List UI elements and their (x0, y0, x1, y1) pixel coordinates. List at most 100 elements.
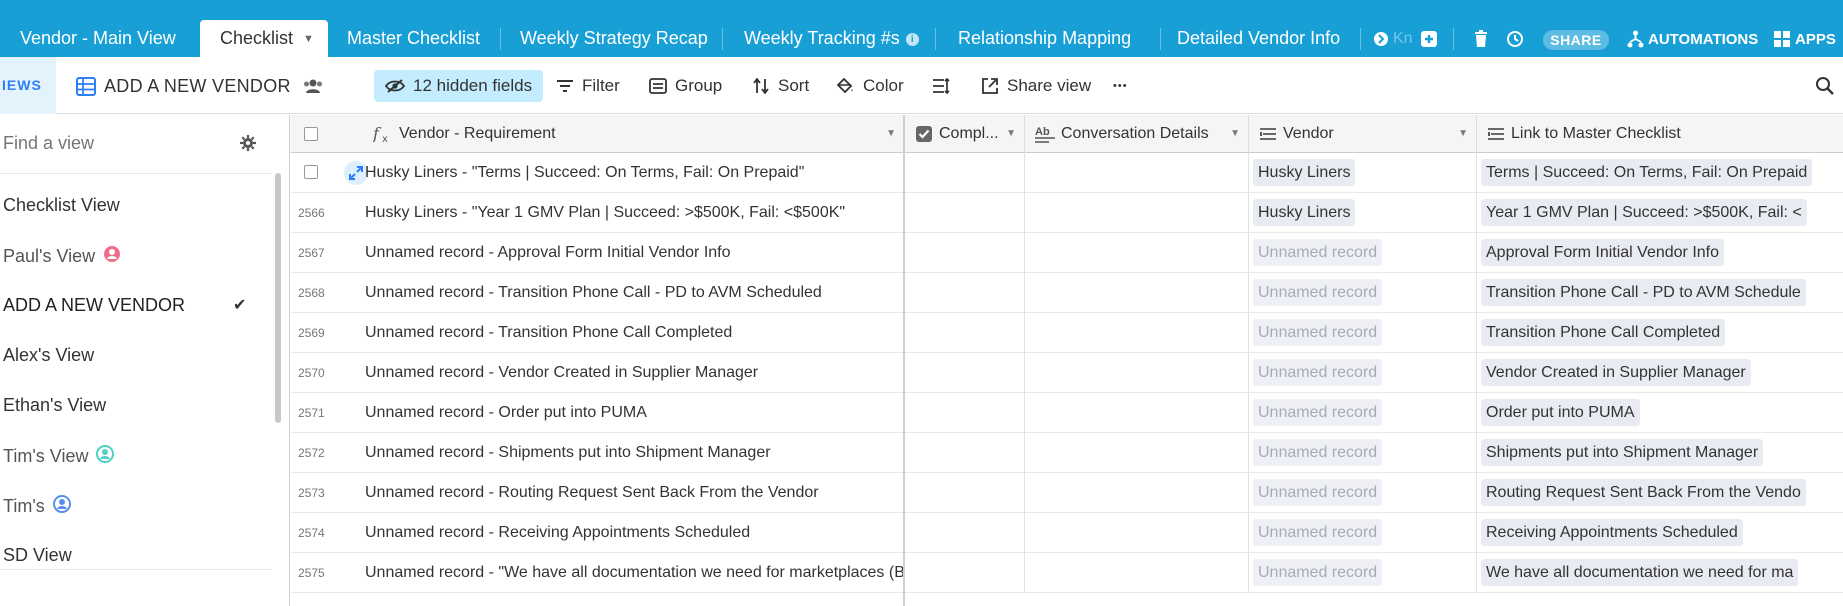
cell-vendor[interactable]: Husky Liners (1249, 153, 1477, 193)
linked-record-chip[interactable]: Receiving Appointments Scheduled (1481, 519, 1743, 547)
tab-checklist[interactable]: Checklist ▼ (200, 20, 328, 57)
column-header-vendor-requirement[interactable]: fx Vendor - Requirement ▼ (331, 115, 905, 153)
tab-detailed-vendor-info[interactable]: Detailed Vendor Info (1169, 20, 1348, 57)
sidebar-item-alexs-view[interactable]: Alex's View (3, 345, 94, 366)
cell-link-to-master-checklist[interactable]: Approval Form Initial Vendor Info (1477, 233, 1843, 273)
cell-vendor-requirement[interactable]: Unnamed record - Vendor Created in Suppl… (331, 353, 905, 393)
linked-record-chip[interactable]: Transition Phone Call - PD to AVM Schedu… (1481, 279, 1806, 307)
cell-link-to-master-checklist[interactable]: Terms | Succeed: On Terms, Fail: On Prep… (1477, 153, 1843, 193)
search-icon[interactable] (1815, 70, 1835, 102)
sidebar-item-tims-view[interactable]: Tim's View (3, 445, 115, 468)
more-options-button[interactable]: ••• (1113, 70, 1128, 102)
linked-record-chip[interactable]: Year 1 GMV Plan | Succeed: >$500K, Fail:… (1481, 199, 1807, 227)
cell-vendor[interactable]: Unnamed record (1249, 473, 1477, 513)
column-header-completed[interactable]: Compl... ▼ (905, 115, 1025, 153)
tab-master-checklist[interactable]: Master Checklist (339, 20, 488, 57)
chevron-down-icon[interactable]: ▼ (1458, 115, 1468, 153)
cell-conversation-details[interactable] (1025, 473, 1249, 513)
cell-link-to-master-checklist[interactable]: Vendor Created in Supplier Manager (1477, 353, 1843, 393)
cell-vendor-requirement[interactable]: Unnamed record - Transition Phone Call C… (331, 313, 905, 353)
filter-button[interactable]: Filter (556, 70, 620, 102)
cell-completed[interactable] (905, 393, 1025, 433)
tab-partial[interactable]: Kn (1393, 28, 1413, 50)
current-view-switcher[interactable]: ADD A NEW VENDOR (76, 70, 291, 102)
cell-completed[interactable] (905, 353, 1025, 393)
linked-record-chip[interactable]: Unnamed record (1253, 479, 1383, 507)
cell-vendor[interactable]: Unnamed record (1249, 513, 1477, 553)
cell-conversation-details[interactable] (1025, 273, 1249, 313)
cell-vendor-requirement[interactable]: Unnamed record - Routing Request Sent Ba… (331, 473, 905, 513)
scroll-tabs-icon[interactable] (1373, 28, 1389, 50)
cell-link-to-master-checklist[interactable]: Year 1 GMV Plan | Succeed: >$500K, Fail:… (1477, 193, 1843, 233)
cell-vendor[interactable]: Unnamed record (1249, 233, 1477, 273)
sidebar-item-pauls-view[interactable]: Paul's View (3, 245, 121, 268)
linked-record-chip[interactable]: Routing Request Sent Back From the Vendo (1481, 479, 1806, 507)
cell-link-to-master-checklist[interactable]: Shipments put into Shipment Manager (1477, 433, 1843, 473)
automations-button[interactable]: AUTOMATIONS (1627, 28, 1758, 50)
select-all-checkbox[interactable] (304, 127, 318, 141)
cell-link-to-master-checklist[interactable]: Receiving Appointments Scheduled (1477, 513, 1843, 553)
column-header-conversation-details[interactable]: Ab Conversation Details ▼ (1025, 115, 1249, 153)
sidebar-item-sd-view[interactable]: SD View (3, 545, 72, 566)
cell-vendor[interactable]: Husky Liners (1249, 193, 1477, 233)
sidebar-item-checklist-view[interactable]: Checklist View (3, 195, 120, 216)
cell-vendor-requirement[interactable]: Husky Liners - "Year 1 GMV Plan | Succee… (331, 193, 905, 233)
table-row[interactable]: 2573 Unnamed record - Routing Request Sen… (291, 473, 1843, 513)
row-height-button[interactable] (932, 70, 958, 102)
apps-button[interactable]: APPS (1774, 28, 1836, 50)
table-row[interactable]: 2570 Unnamed record - Vendor Created in S… (291, 353, 1843, 393)
cell-vendor[interactable]: Unnamed record (1249, 553, 1477, 593)
add-table-icon[interactable] (1420, 28, 1438, 50)
linked-record-chip[interactable]: Unnamed record (1253, 399, 1383, 427)
cell-link-to-master-checklist[interactable]: Routing Request Sent Back From the Vendo (1477, 473, 1843, 513)
cell-vendor[interactable]: Unnamed record (1249, 273, 1477, 313)
linked-record-chip[interactable]: Unnamed record (1253, 279, 1383, 307)
column-header-link-to-master-checklist[interactable]: Link to Master Checklist (1477, 115, 1843, 153)
cell-vendor[interactable]: Unnamed record (1249, 353, 1477, 393)
table-row[interactable]: 2571 Unnamed record - Order put into PUMA… (291, 393, 1843, 433)
cell-vendor-requirement[interactable]: Unnamed record - Order put into PUMA (331, 393, 905, 433)
cell-link-to-master-checklist[interactable]: We have all documentation we need for ma (1477, 553, 1843, 593)
cell-conversation-details[interactable] (1025, 433, 1249, 473)
cell-vendor-requirement[interactable]: Unnamed record - Shipments put into Ship… (331, 433, 905, 473)
cell-conversation-details[interactable] (1025, 513, 1249, 553)
sidebar-item-ethans-view[interactable]: Ethan's View (3, 395, 106, 416)
cell-conversation-details[interactable] (1025, 233, 1249, 273)
linked-record-chip[interactable]: Unnamed record (1253, 439, 1383, 467)
table-row[interactable]: 2566 Husky Liners - "Year 1 GMV Plan | Su… (291, 193, 1843, 233)
cell-conversation-details[interactable] (1025, 313, 1249, 353)
linked-record-chip[interactable]: Order put into PUMA (1481, 399, 1640, 427)
hidden-fields-button[interactable]: 12 hidden fields (374, 70, 544, 102)
cell-vendor[interactable]: Unnamed record (1249, 313, 1477, 353)
chevron-down-icon[interactable]: ▼ (1230, 115, 1240, 153)
table-row[interactable]: 2568 Unnamed record - Transition Phone Ca… (291, 273, 1843, 313)
linked-record-chip[interactable]: Unnamed record (1253, 239, 1383, 267)
trash-icon[interactable] (1474, 28, 1488, 50)
table-row[interactable]: 2574 Unnamed record - Receiving Appointme… (291, 513, 1843, 553)
cell-vendor[interactable]: Unnamed record (1249, 433, 1477, 473)
cell-vendor-requirement[interactable]: Unnamed record - Receiving Appointments … (331, 513, 905, 553)
cell-vendor-requirement[interactable]: Unnamed record - "We have all documentat… (331, 553, 905, 593)
share-view-button[interactable]: Share view (981, 70, 1091, 102)
table-row[interactable]: 2575 Unnamed record - "We have all docume… (291, 553, 1843, 593)
cell-completed[interactable] (905, 193, 1025, 233)
cell-completed[interactable] (905, 433, 1025, 473)
cell-conversation-details[interactable] (1025, 393, 1249, 433)
cell-completed[interactable] (905, 153, 1025, 193)
linked-record-chip[interactable]: Unnamed record (1253, 359, 1383, 387)
sidebar-scrollbar[interactable] (275, 173, 281, 423)
info-icon[interactable]: i (905, 33, 919, 46)
column-header-vendor[interactable]: Vendor ▼ (1249, 115, 1477, 153)
group-button[interactable]: Group (649, 70, 722, 102)
linked-record-chip[interactable]: Transition Phone Call Completed (1481, 319, 1726, 347)
collaborators-icon[interactable] (302, 70, 324, 102)
cell-vendor-requirement[interactable]: Husky Liners - "Terms | Succeed: On Term… (331, 153, 905, 193)
table-row[interactable]: Husky Liners - "Terms | Succeed: On Term… (291, 153, 1843, 193)
chevron-down-icon[interactable]: ▼ (886, 115, 896, 153)
linked-record-chip[interactable]: Vendor Created in Supplier Manager (1481, 359, 1751, 387)
table-row[interactable]: 2569 Unnamed record - Transition Phone Ca… (291, 313, 1843, 353)
table-row[interactable]: 2567 Unnamed record - Approval Form Initi… (291, 233, 1843, 273)
sidebar-item-add-a-new-vendor[interactable]: ADD A NEW VENDOR (3, 295, 185, 316)
linked-record-chip[interactable]: Unnamed record (1253, 319, 1383, 347)
linked-record-chip[interactable]: Terms | Succeed: On Terms, Fail: On Prep… (1481, 159, 1813, 187)
